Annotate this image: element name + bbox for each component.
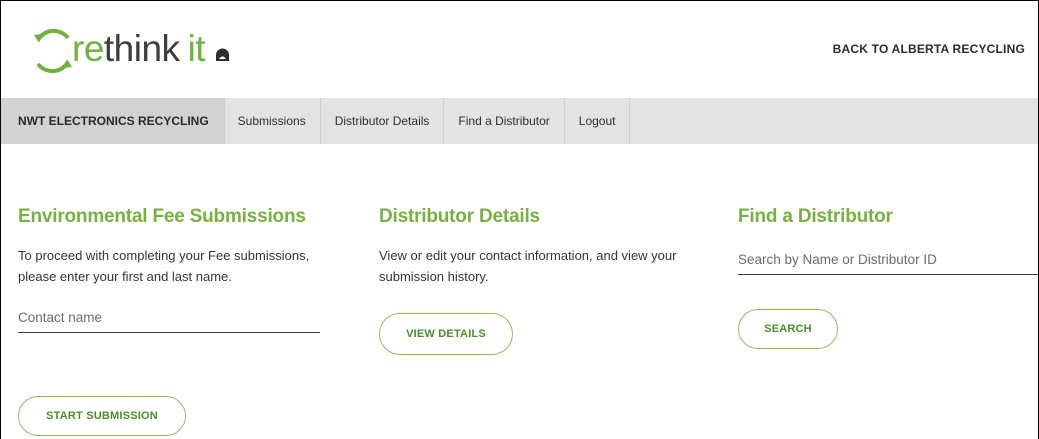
- nav-item-find-a-distributor[interactable]: Find a Distributor: [444, 98, 565, 144]
- logo-wordmark: re think it: [72, 28, 206, 70]
- logo-think: think: [103, 28, 180, 69]
- distributor-details-title: Distributor Details: [379, 206, 540, 227]
- distributor-details-section: Distributor Details View or edit your co…: [379, 206, 679, 287]
- contact-name-input[interactable]: [18, 310, 320, 333]
- site-header: re think it BACK TO ALBERTA RECYCLING: [1, 1, 1038, 98]
- nav-item-logout[interactable]: Logout: [565, 98, 631, 144]
- distributor-search-input[interactable]: [738, 252, 1038, 275]
- search-button[interactable]: SEARCH: [738, 309, 838, 349]
- start-submission-button[interactable]: START SUBMISSION: [18, 396, 186, 436]
- find-distributor-title: Find a Distributor: [738, 206, 893, 227]
- rethink-it-logo[interactable]: re think it: [28, 23, 230, 79]
- find-distributor-section: Find a Distributor: [738, 206, 1038, 275]
- nav-item-nwt-electronics-recycling[interactable]: NWT ELECTRONICS RECYCLING: [1, 98, 225, 144]
- recycle-arrows-icon: [34, 28, 72, 74]
- nav-item-distributor-details[interactable]: Distributor Details: [321, 98, 445, 144]
- fee-submissions-description: To proceed with completing your Fee subm…: [18, 248, 310, 284]
- bear-badge-icon: [216, 48, 230, 61]
- distributor-details-description: View or edit your contact information, a…: [379, 248, 677, 284]
- main-nav: NWT ELECTRONICS RECYCLING Submissions Di…: [1, 98, 1038, 144]
- fee-submissions-section: Environmental Fee Submissions To proceed…: [18, 206, 320, 333]
- back-to-alberta-recycling-link[interactable]: BACK TO ALBERTA RECYCLING: [833, 42, 1025, 56]
- logo-it: it: [187, 28, 206, 69]
- view-details-button[interactable]: VIEW DETAILS: [379, 313, 513, 355]
- nav-item-submissions[interactable]: Submissions: [225, 98, 321, 144]
- page-frame: re think it BACK TO ALBERTA RECYCLING NWT …: [0, 0, 1039, 439]
- fee-submissions-title: Environmental Fee Submissions: [18, 206, 306, 227]
